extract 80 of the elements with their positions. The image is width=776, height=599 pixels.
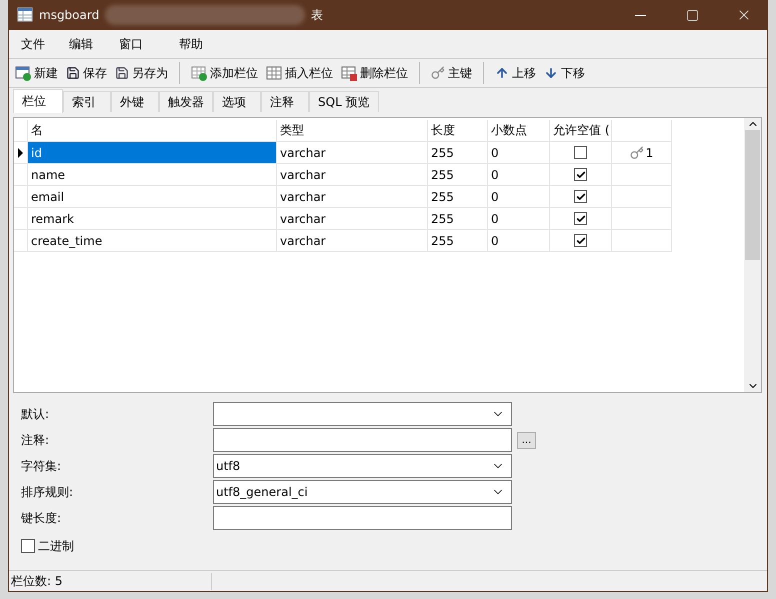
toolbar-button[interactable]: 上移 [492,62,539,84]
table-cell: varchar [277,186,428,208]
field-label: 排序规则: [21,484,74,500]
table-cell: varchar [277,230,428,252]
save-icon [66,66,80,80]
column-header: 小数点 [488,120,550,142]
table-cell: create_time [28,230,277,252]
toolbar-button[interactable]: 添加栏位 [188,62,261,84]
toolbar-button[interactable]: 删除栏位 [338,62,411,84]
tab[interactable]: 触发器 [159,91,213,112]
table-cell: 0 [488,164,550,186]
menu-item[interactable]: 帮助 [171,36,211,52]
table-cell: 255 [428,208,488,230]
toolbar-button[interactable]: 另存为 [112,62,171,84]
tab[interactable]: 栏位 [13,89,63,113]
dropdown-field[interactable] [213,402,512,426]
checkbox-label: 二进制 [38,538,74,554]
column-header: 允许空值 ( [550,120,612,142]
field-label: 字符集: [21,458,62,474]
table-cell: 0 [488,230,550,252]
input-field[interactable] [213,506,512,530]
tab[interactable]: 注释 [261,91,309,112]
table-cell: 0 [488,186,550,208]
checkbox[interactable] [574,212,587,225]
menu-item[interactable]: 文件 [13,36,53,52]
table-cell: name [28,164,277,186]
add-column-icon [191,65,207,81]
table-cell: varchar [277,208,428,230]
window-title-suffix: 表 [311,6,324,24]
column-header: 名 [28,120,277,142]
menu-item[interactable]: 编辑 [61,36,101,52]
dropdown-field[interactable]: utf8 [213,454,512,478]
column-header: 长度 [428,120,488,142]
save-as-icon [115,66,129,80]
arrow-up-icon [495,66,509,80]
toolbar-button[interactable]: 下移 [541,62,588,84]
status-text: 栏位数: 5 [11,572,212,590]
table-cell: email [28,186,277,208]
menu-item[interactable]: 窗口 [111,36,151,52]
maximize-icon [686,8,698,22]
checkbox[interactable] [574,190,587,203]
minimize-icon [634,14,646,16]
key-order: 1 [646,146,654,160]
more-button[interactable]: ... [517,432,536,448]
checkbox[interactable] [574,234,587,247]
tab[interactable]: 选项 [213,91,261,112]
table-new-icon [15,65,31,81]
toolbar-button[interactable]: 新建 [12,62,61,84]
tab[interactable]: 外键 [111,91,159,112]
table-cell: 255 [428,164,488,186]
delete-column-icon [341,65,357,81]
table-cell: varchar [277,142,428,164]
toolbar-button[interactable]: 插入栏位 [263,62,336,84]
table-cell: 255 [428,142,488,164]
checkbox[interactable] [574,168,587,181]
toolbar-button[interactable]: 保存 [63,62,110,84]
table-cell: remark [28,208,277,230]
tab[interactable]: 索引 [63,91,111,112]
window-title: msgboard [39,8,100,22]
insert-column-icon [266,65,282,81]
table-cell: varchar [277,164,428,186]
toolbar-button[interactable]: 主键 [428,62,475,84]
table-cell: 0 [488,208,550,230]
scrollbar[interactable] [744,118,761,392]
dropdown-field[interactable]: utf8_general_ci [213,480,512,504]
column-header: 类型 [277,120,428,142]
table-cell: 0 [488,142,550,164]
field-label: 默认: [21,406,50,422]
field-label: 键长度: [21,510,62,526]
tab[interactable]: SQL 预览 [309,91,379,112]
table-cell: 255 [428,186,488,208]
table-cell: id [28,142,277,164]
field-label: 注释: [21,432,50,448]
table-icon [17,7,33,23]
table-cell: 255 [428,230,488,252]
key-icon [630,146,644,160]
checkbox[interactable] [574,146,587,159]
checkbox[interactable] [21,539,35,553]
input-field[interactable] [213,428,512,452]
key-icon [431,66,445,80]
